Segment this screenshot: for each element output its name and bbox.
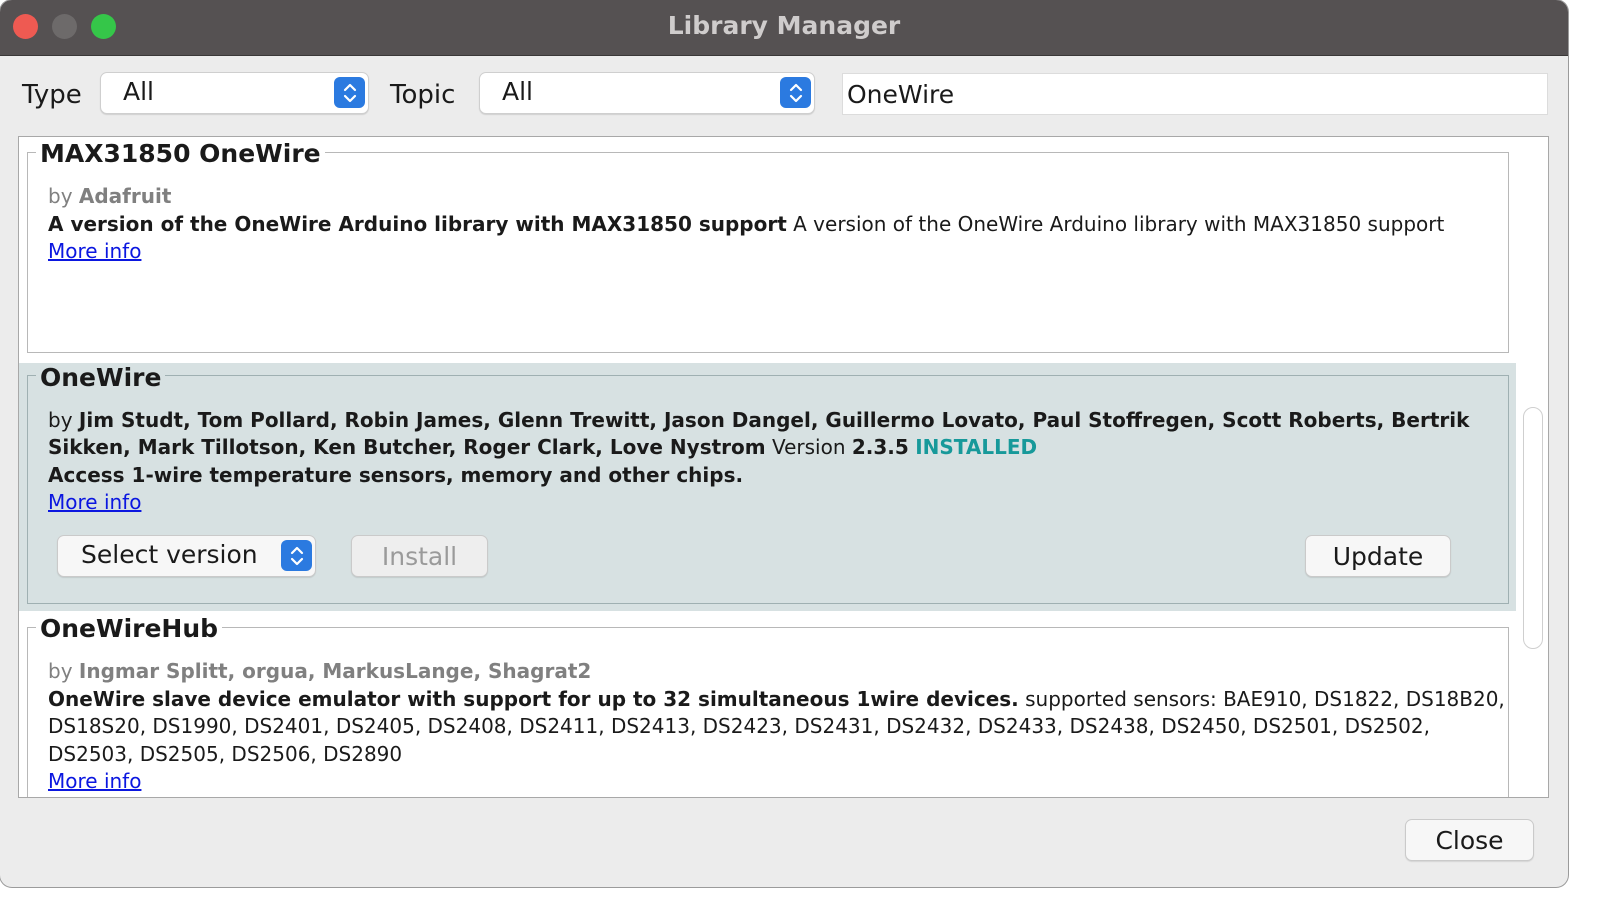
library-paragraph-line: DS2503, DS2505, DS2506, DS2890 [48, 742, 403, 766]
by-label: by [48, 659, 73, 683]
more-info-link[interactable]: More info [48, 769, 141, 793]
library-author-line: by Adafruit [48, 184, 171, 208]
library-paragraph: supported sensors: BAE910, DS1822, DS18B… [1025, 687, 1505, 711]
chevron-updown-icon [780, 77, 811, 108]
select-version-label: Select version [81, 540, 258, 569]
more-info-link[interactable]: More info [48, 490, 141, 514]
library-paragraph: A version of the OneWire Arduino library… [793, 212, 1445, 236]
type-select-value: All [123, 77, 154, 106]
library-manager-window: Library Manager Type All Topic All MAX31… [0, 0, 1568, 887]
update-button[interactable]: Update [1305, 535, 1451, 577]
chevron-updown-icon [334, 77, 365, 108]
installed-badge: INSTALLED [915, 435, 1038, 459]
library-author-line-2: Sikken, Mark Tillotson, Ken Butcher, Rog… [48, 435, 1037, 459]
library-authors: Jim Studt, Tom Pollard, Robin James, Gle… [78, 408, 1470, 432]
chevron-updown-icon [281, 540, 312, 571]
library-sentence: Access 1-wire temperature sensors, memor… [48, 463, 744, 487]
close-button[interactable]: Close [1405, 819, 1534, 861]
library-title: OneWireHub [36, 614, 223, 643]
by-label: by [48, 408, 73, 432]
install-button[interactable]: Install [351, 535, 488, 577]
window-title: Library Manager [667, 11, 901, 40]
library-description: A version of the OneWire Arduino library… [48, 212, 1444, 236]
library-author-line: by Ingmar Splitt, orgua, MarkusLange, Sh… [48, 659, 591, 683]
library-paragraph-line: DS18S20, DS1990, DS2401, DS2405, DS2408,… [48, 714, 1430, 738]
library-item[interactable]: OneWireHub by Ingmar Splitt, orgua, Mark… [19, 611, 1516, 797]
library-title: MAX31850 OneWire [36, 139, 325, 168]
library-title: OneWire [36, 363, 166, 392]
search-field[interactable] [842, 73, 1548, 115]
version-number: 2.3.5 [851, 435, 909, 459]
library-sentence: A version of the OneWire Arduino library… [48, 212, 787, 236]
topic-select-value: All [502, 77, 533, 106]
library-item-selected[interactable]: OneWire by Jim Studt, Tom Pollard, Robin… [19, 363, 1516, 611]
more-info-row: More info [48, 239, 141, 263]
library-item[interactable]: MAX31850 OneWire by Adafruit A version o… [19, 137, 1516, 363]
topic-label: Topic [390, 80, 456, 110]
scrollbar[interactable] [1522, 141, 1543, 791]
search-input[interactable] [847, 78, 1537, 110]
more-info-row: More info [48, 490, 141, 514]
type-label: Type [22, 80, 82, 110]
title-bar: Library Manager [0, 0, 1568, 56]
library-author: Adafruit [78, 184, 172, 208]
library-author: Ingmar Splitt, orgua, MarkusLange, Shagr… [78, 659, 592, 683]
scrollbar-thumb[interactable] [1523, 407, 1543, 649]
more-info-row: More info [48, 769, 141, 793]
library-description: OneWire slave device emulator with suppo… [48, 687, 1505, 711]
filter-bar: Type All Topic All [0, 70, 1568, 118]
library-item-frame [27, 152, 1509, 353]
library-sentence: OneWire slave device emulator with suppo… [48, 687, 1019, 711]
library-description: Access 1-wire temperature sensors, memor… [48, 463, 743, 487]
type-select[interactable]: All [100, 72, 369, 114]
library-item-frame [27, 627, 1509, 797]
by-label: by [48, 184, 73, 208]
topic-select[interactable]: All [479, 72, 815, 114]
library-list[interactable]: MAX31850 OneWire by Adafruit A version o… [18, 136, 1549, 798]
select-version-dropdown[interactable]: Select version [57, 535, 316, 577]
version-label: Version [771, 435, 846, 459]
more-info-link[interactable]: More info [48, 239, 141, 263]
library-authors-cont: Sikken, Mark Tillotson, Ken Butcher, Rog… [48, 435, 766, 459]
library-author-line: by Jim Studt, Tom Pollard, Robin James, … [48, 408, 1469, 432]
